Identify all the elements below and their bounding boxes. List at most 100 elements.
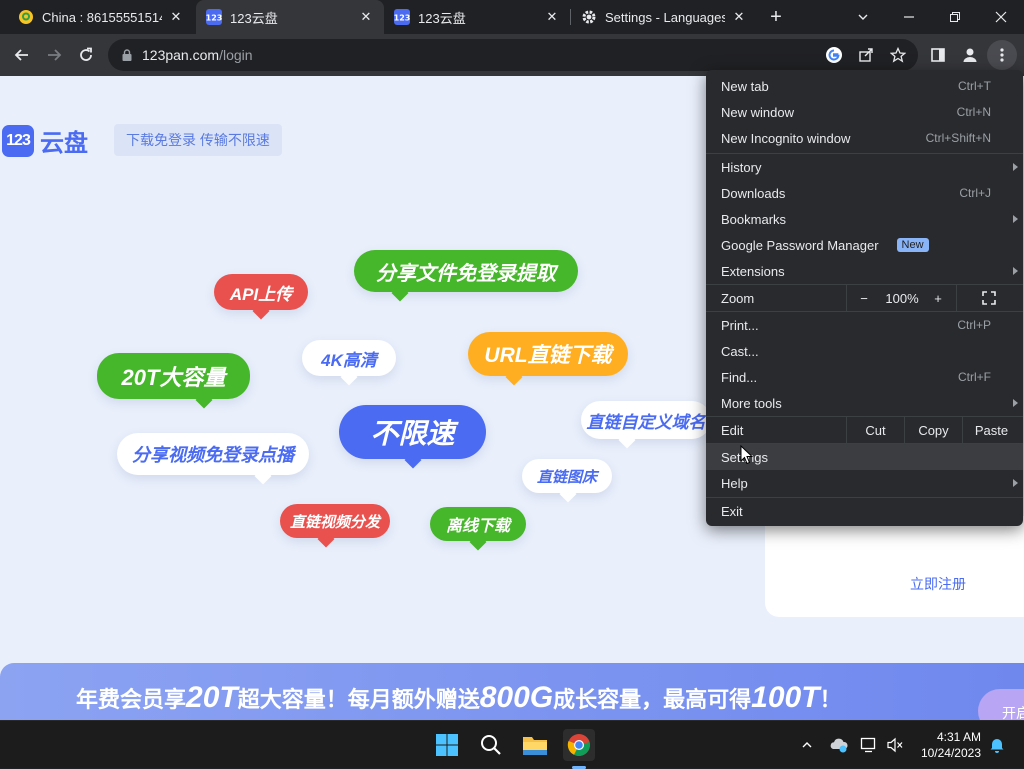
clock-date: 10/24/2023	[920, 746, 981, 760]
minimize-button[interactable]	[886, 0, 932, 34]
zoom-divider	[956, 285, 957, 311]
submenu-arrow-icon	[1013, 163, 1018, 171]
menu-label: Exit	[721, 503, 743, 519]
onedrive-button[interactable]	[828, 735, 850, 755]
logo-text: 云盘	[40, 130, 88, 157]
feature-bubble-video-cdn: 直链视频分发	[280, 504, 390, 538]
chrome-menu-button[interactable]	[987, 40, 1017, 70]
menu-item-print[interactable]: Print... Ctrl+P	[706, 312, 1023, 338]
tray-overflow-button[interactable]	[796, 735, 818, 755]
login-panel	[765, 516, 1024, 617]
network-button[interactable]	[858, 735, 880, 755]
site-logo[interactable]: 123 云盘	[2, 123, 88, 158]
bookmark-star-button[interactable]	[885, 42, 911, 68]
menu-shortcut: Ctrl+P	[957, 318, 991, 332]
menu-item-password-manager[interactable]: Google Password Manager New	[706, 232, 1023, 258]
menu-shortcut: Ctrl+T	[958, 79, 991, 93]
menu-item-zoom: Zoom − 100% +	[706, 285, 1023, 311]
file-explorer-button[interactable]	[519, 729, 551, 761]
menu-item-cast[interactable]: Cast...	[706, 338, 1023, 364]
menu-item-downloads[interactable]: Downloads Ctrl+J	[706, 180, 1023, 206]
arrow-left-icon	[14, 49, 28, 61]
forward-button[interactable]	[38, 39, 70, 71]
menu-item-find[interactable]: Find... Ctrl+F	[706, 364, 1023, 390]
bell-icon	[990, 739, 1004, 753]
menu-item-extensions[interactable]: Extensions	[706, 258, 1023, 284]
svg-text:123: 123	[206, 14, 222, 23]
menu-label: New tab	[721, 78, 769, 94]
cut-button[interactable]: Cut	[847, 417, 904, 443]
tab-china[interactable]: China : 86155551514 ✕	[8, 0, 194, 34]
restore-button[interactable]	[932, 0, 978, 34]
copy-button[interactable]: Copy	[905, 417, 962, 443]
tab-search-button[interactable]	[840, 0, 886, 34]
menu-item-history[interactable]: History	[706, 154, 1023, 180]
close-icon[interactable]: ✕	[544, 9, 560, 25]
side-panel-button[interactable]	[923, 40, 953, 70]
menu-item-new-window[interactable]: New window Ctrl+N	[706, 99, 1023, 125]
menu-label: New window	[721, 104, 794, 120]
menu-item-exit[interactable]: Exit	[706, 498, 1023, 524]
more-vertical-icon	[1000, 48, 1004, 62]
close-window-button[interactable]	[978, 0, 1024, 34]
promo-part: ！	[819, 687, 842, 712]
start-button[interactable]	[431, 729, 463, 761]
promo-part: 年费会员享	[76, 687, 187, 712]
zoom-divider	[846, 285, 847, 311]
minimize-icon	[904, 16, 914, 18]
menu-item-new-tab[interactable]: New tab Ctrl+T	[706, 73, 1023, 99]
close-icon[interactable]: ✕	[358, 9, 374, 25]
zoom-level: 100%	[885, 290, 919, 306]
share-button[interactable]	[853, 42, 879, 68]
volume-button[interactable]	[884, 735, 906, 755]
promo-open-button[interactable]: 开启	[978, 689, 1024, 720]
google-lens-button[interactable]	[821, 42, 847, 68]
lock-icon	[122, 49, 132, 61]
menu-label: More tools	[721, 395, 782, 411]
chrome-taskbar-button[interactable]	[563, 729, 595, 761]
paste-button[interactable]: Paste	[963, 417, 1020, 443]
fullscreen-button[interactable]	[976, 285, 1002, 311]
tab-123pan[interactable]: 123 123云盘 ✕	[384, 0, 570, 34]
tab-settings-languages[interactable]: Settings - Languages ✕	[571, 0, 757, 34]
promo-banner[interactable]: 年费会员享20T超大容量！每月额外赠送800G成长容量，最高可得100T！ 开启	[0, 663, 1024, 720]
taskbar-clock[interactable]: 4:31 AM 10/24/2023	[905, 729, 981, 761]
zoom-out-button[interactable]: −	[852, 285, 876, 311]
star-icon	[890, 47, 906, 63]
close-icon[interactable]: ✕	[731, 9, 747, 25]
person-icon	[963, 48, 977, 62]
profile-button[interactable]	[955, 40, 985, 70]
tab-title: 123云盘	[230, 10, 278, 26]
tab-strip: China : 86155551514 ✕ 123 123云盘 ✕ 123 12…	[0, 0, 1024, 34]
feature-bubble-custom-domain: 直链自定义域名	[581, 401, 711, 439]
submenu-arrow-icon	[1013, 267, 1018, 275]
url-host: 123pan.com	[142, 47, 220, 63]
zoom-in-button[interactable]: +	[926, 285, 950, 311]
feature-bubble-image-host: 直链图床	[522, 459, 612, 493]
fullscreen-icon	[982, 291, 996, 305]
close-icon[interactable]: ✕	[168, 9, 184, 25]
search-button[interactable]	[475, 729, 507, 761]
reload-button[interactable]	[70, 39, 102, 71]
new-tab-button[interactable]: +	[764, 5, 788, 29]
menu-item-new-incognito[interactable]: New Incognito window Ctrl+Shift+N	[706, 125, 1023, 151]
menu-label: Edit	[721, 422, 744, 438]
back-button[interactable]	[6, 39, 38, 71]
tab-title: 123云盘	[418, 10, 466, 26]
menu-item-more-tools[interactable]: More tools	[706, 390, 1023, 416]
menu-item-help[interactable]: Help	[706, 470, 1023, 496]
address-bar[interactable]: 123pan.com/login	[108, 39, 918, 71]
promo-part: 超大容量！每月额外赠送	[237, 687, 480, 712]
menu-item-bookmarks[interactable]: Bookmarks	[706, 206, 1023, 232]
arrow-right-icon	[48, 49, 62, 61]
menu-shortcut: Ctrl+J	[959, 186, 991, 200]
menu-shortcut: Ctrl+N	[956, 105, 991, 119]
feature-bubble-no-speed-limit: 不限速	[339, 405, 486, 459]
chrome-icon	[567, 734, 590, 756]
register-link[interactable]: 立即注册	[910, 574, 966, 594]
notifications-button[interactable]	[986, 735, 1008, 755]
plus-icon: +	[770, 5, 782, 28]
tab-123pan-active[interactable]: 123 123云盘 ✕	[196, 0, 384, 34]
folder-icon	[523, 737, 547, 755]
123-icon: 123	[394, 9, 410, 25]
